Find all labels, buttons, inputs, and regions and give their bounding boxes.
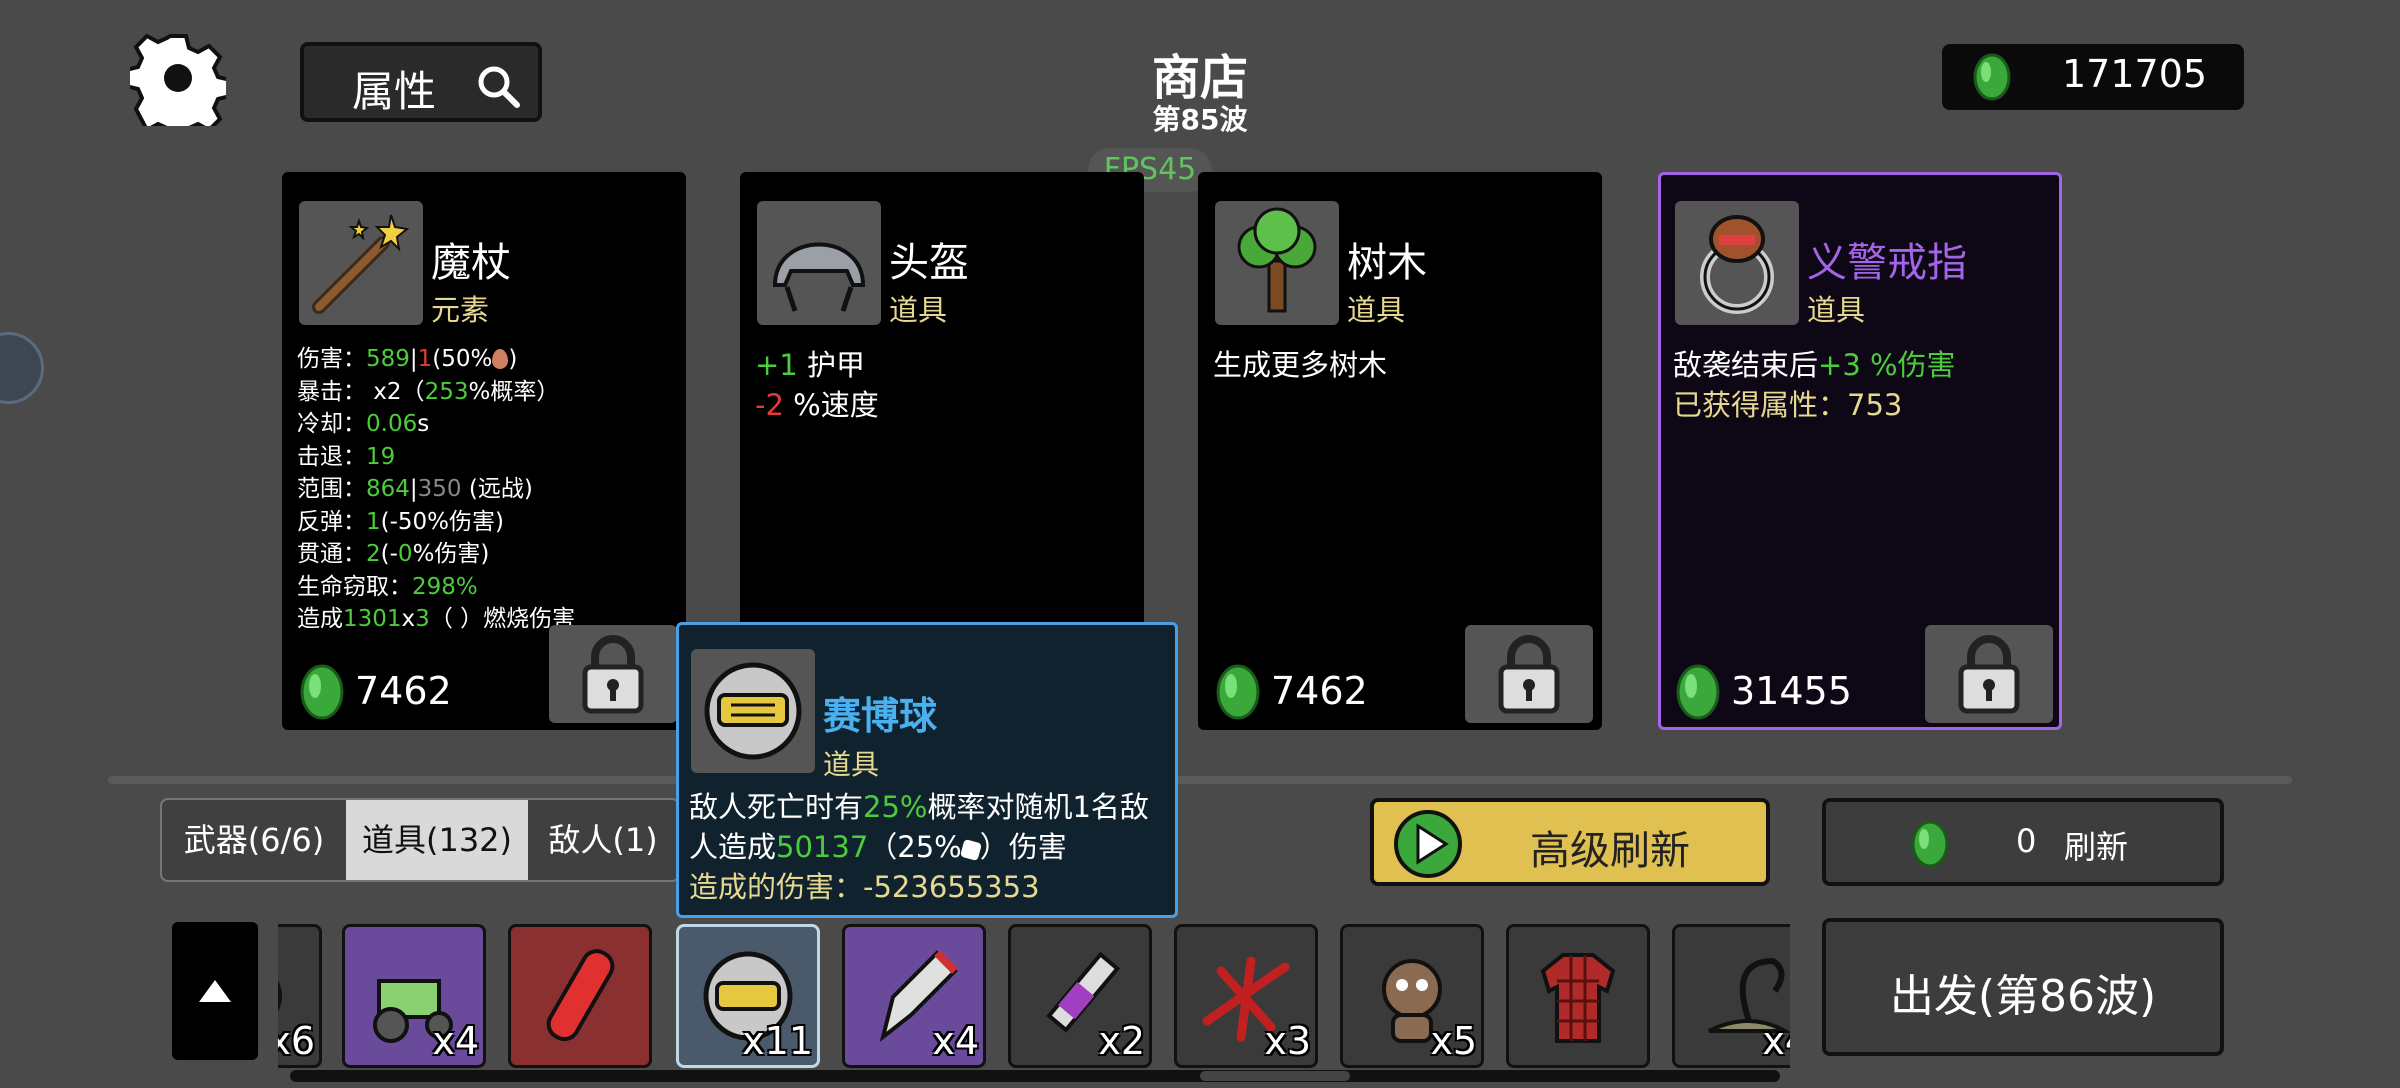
stat-crit: 暴击： x2（253%概率） (297, 378, 560, 405)
material-coin-icon (1216, 664, 1260, 720)
item-count: x2 (1098, 1019, 1145, 1063)
material-coin-icon (1911, 820, 1949, 868)
item-stats: 敌袭结束后+3 %伤害 已获得属性：753 (1673, 348, 1956, 422)
item-count: x11 (742, 1019, 813, 1063)
stat-pierce: 贯通：2(-0%伤害) (297, 541, 490, 567)
cyber-ball-icon (691, 649, 815, 773)
inventory-slot[interactable]: x6 (278, 924, 322, 1068)
magic-wand-icon (299, 201, 423, 325)
expand-inventory-button[interactable] (172, 922, 258, 1060)
currency-display: 171705 (1942, 44, 2244, 110)
shop-card-tree[interactable]: 树木 道具 生成更多树木 7462 (1198, 172, 1602, 730)
inventory-slot[interactable]: x3 (1174, 924, 1318, 1068)
stat-cooldown: 冷却：0.06s (297, 411, 430, 437)
item-count: x4 (1762, 1019, 1790, 1063)
inventory-slot[interactable]: x4 (1672, 924, 1790, 1068)
inventory-slot[interactable]: x4 (342, 924, 486, 1068)
card-name: 魔杖 (431, 240, 511, 286)
inventory-slot[interactable]: x5 (1340, 924, 1484, 1068)
shop-card-magic-wand[interactable]: 魔杖 元素 伤害：589|1(50%) 暴击： x2（253%概率） 冷却：0.… (282, 172, 686, 730)
card-price: 7462 (1213, 663, 1368, 725)
inventory-slot[interactable]: x4 (842, 924, 986, 1068)
elemental-flame-icon (492, 349, 509, 369)
plaid-shirt-icon (1540, 953, 1616, 1043)
scrollbar-thumb[interactable] (1200, 1071, 1350, 1081)
card-type: 道具 (1807, 293, 1866, 327)
card-name: 头盔 (889, 240, 969, 286)
dice-icon (959, 838, 982, 862)
padlock-icon (1958, 635, 2020, 714)
tooltip-description: 敌人死亡时有25%概率对随机1名敌人造成50137（25% ）伤害 造成的伤害：-… (689, 787, 1173, 907)
item-count: x6 (278, 1019, 315, 1063)
material-coin-icon (300, 664, 344, 720)
stat-burn: 造成1301x3（ ）燃烧伤害 (297, 606, 576, 632)
padlock-icon (582, 635, 644, 714)
vigilante-ring-icon (1675, 201, 1799, 325)
tree-icon (1215, 201, 1339, 325)
tab-items[interactable]: 道具(132) (346, 800, 528, 880)
card-name: 义警戒指 (1807, 240, 1967, 286)
item-count: x5 (1430, 1019, 1477, 1063)
card-type: 道具 (889, 293, 948, 327)
stat-damage: 伤害：589|1(50%) (297, 346, 518, 372)
inventory-strip[interactable]: x6 x4 x11 x4 x2 x3 x5 x4 (278, 920, 1790, 1070)
refresh-cost: 0 (2016, 822, 2037, 860)
stat-bounce: 反弹：1(-50%伤害) (297, 508, 505, 535)
inventory-slot[interactable]: x2 (1008, 924, 1152, 1068)
start-wave-label: 出发(第86波) (1889, 971, 2157, 1022)
stat-knockback: 击退：19 (297, 443, 396, 470)
advanced-refresh-button[interactable]: 高级刷新 (1370, 798, 1770, 886)
inventory-scrollbar[interactable] (290, 1070, 1780, 1082)
material-coin-icon (1676, 664, 1720, 720)
start-next-wave-button[interactable]: 出发(第86波) (1822, 918, 2224, 1056)
stat-range: 范围：864|350 (远战) (297, 476, 533, 502)
shop-card-helmet[interactable]: 头盔 道具 +1 护甲 -2 %速度 (740, 172, 1144, 628)
tooltip-damage-dealt: 造成的伤害：-523655353 (689, 870, 1040, 904)
item-stats: +1 护甲 -2 %速度 (755, 348, 879, 422)
helmet-icon (757, 201, 881, 325)
card-price: 7462 (297, 663, 452, 725)
side-indicator-icon (0, 332, 44, 404)
card-name: 树木 (1347, 240, 1427, 286)
play-icon (1394, 810, 1462, 878)
item-stats: 生成更多树木 (1213, 348, 1388, 382)
stat-lifesteal: 生命窃取：298% (297, 573, 478, 600)
refresh-button[interactable]: 0 刷新 (1822, 798, 2224, 886)
padlock-icon (1498, 635, 1560, 714)
refresh-label: 刷新 (2064, 828, 2129, 866)
inventory-slot[interactable] (1506, 924, 1650, 1068)
inventory-tabs: 武器(6/6) 道具(132) 敌人(1) (160, 798, 680, 882)
card-price: 31455 (1673, 663, 1852, 725)
advanced-refresh-label: 高级刷新 (1530, 828, 1690, 874)
tooltip-item-name: 赛博球 (823, 694, 938, 738)
shop-card-vigilante-ring[interactable]: 义警戒指 道具 敌袭结束后+3 %伤害 已获得属性：753 31455 (1658, 172, 2062, 730)
lock-button[interactable] (549, 625, 677, 723)
currency-value: 171705 (2062, 52, 2208, 96)
tab-weapons[interactable]: 武器(6/6) (162, 800, 346, 880)
lock-button[interactable] (1465, 625, 1593, 723)
item-count: x4 (432, 1019, 479, 1063)
section-divider (108, 776, 2292, 784)
arrow-up-icon (199, 980, 231, 1002)
material-coin-icon (1973, 53, 2011, 101)
item-count: x4 (932, 1019, 979, 1063)
item-count: x3 (1264, 1019, 1311, 1063)
lock-button[interactable] (1925, 625, 2053, 723)
card-type: 道具 (1347, 293, 1406, 327)
card-type: 元素 (431, 293, 490, 327)
tooltip-item-type: 道具 (823, 748, 880, 781)
inventory-slot[interactable]: x11 (676, 924, 820, 1068)
weapon-stats: 伤害：589|1(50%) 暴击： x2（253%概率） 冷却：0.06s 击退… (297, 343, 575, 636)
item-tooltip: 赛博球 道具 敌人死亡时有25%概率对随机1名敌人造成50137（25% ）伤害 … (676, 622, 1178, 918)
test-tube-icon (546, 949, 615, 1042)
tab-enemies[interactable]: 敌人(1) (528, 800, 678, 880)
inventory-slot[interactable] (508, 924, 652, 1068)
